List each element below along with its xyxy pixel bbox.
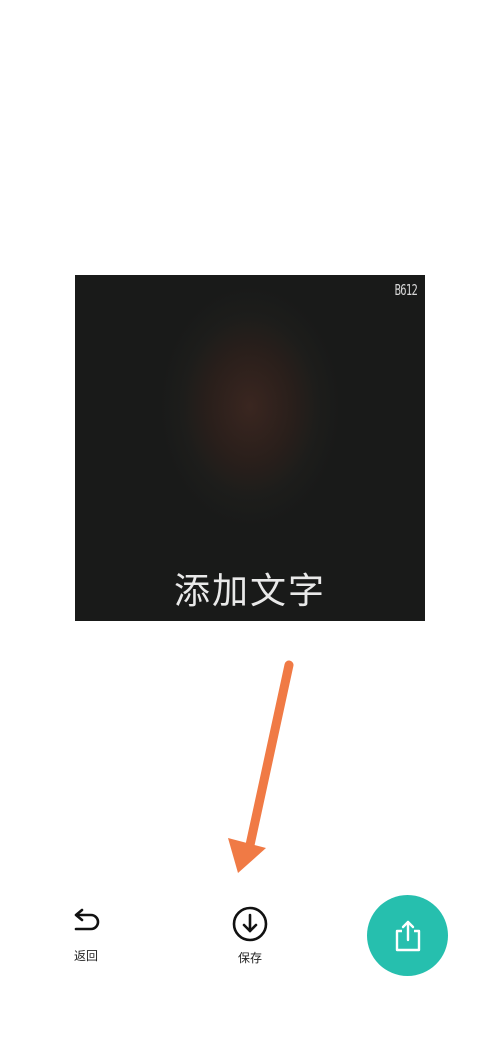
back-button[interactable]: 返回 [46,905,126,985]
watermark-logo: B612 [394,281,418,299]
back-label: 返回 [73,949,98,963]
share-icon [395,920,420,951]
share-button[interactable] [367,895,448,976]
photo-result-screen: B612 添加文字 返回 保存 [0,0,491,1040]
save-button[interactable]: 保存 [210,905,290,985]
photo-preview[interactable]: B612 添加文字 [75,275,425,621]
add-text-caption[interactable]: 添加文字 [75,562,425,614]
undo-icon [74,908,100,931]
download-icon [232,906,268,942]
save-label: 保存 [237,951,262,965]
